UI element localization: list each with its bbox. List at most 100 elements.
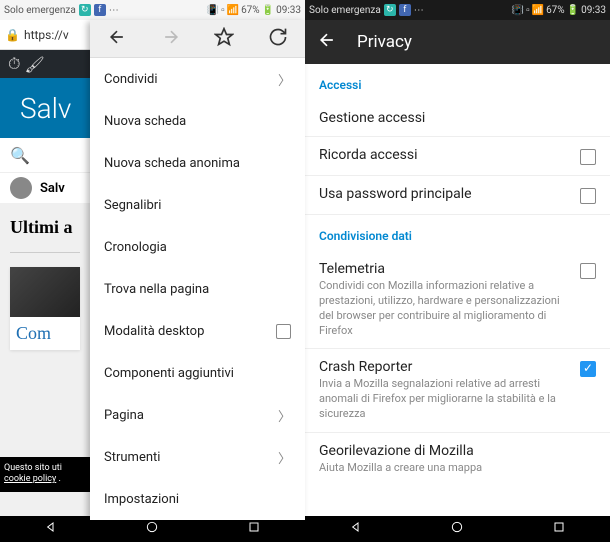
privacy-body: Accessi Gestione accessi Ricorda accessi… <box>305 64 610 516</box>
setting-title: Gestione accessi <box>319 110 596 126</box>
cookie-policy-link[interactable]: cookie policy <box>4 474 56 484</box>
menu-label: Pagina <box>104 408 144 423</box>
brush-icon: 🖌 <box>24 55 44 74</box>
setting-title: Crash Reporter <box>319 359 570 375</box>
setting-telemetry[interactable]: Telemetria Condividi con Mozilla informa… <box>305 251 610 348</box>
checkbox[interactable] <box>580 149 596 165</box>
app-icon-1: ↻ <box>79 4 91 16</box>
section-access: Accessi <box>305 64 610 100</box>
battery-percent: 67% <box>241 5 260 16</box>
setting-master-password[interactable]: Usa password principale <box>305 176 610 214</box>
menu-label: Componenti aggiuntivi <box>104 366 234 381</box>
nav-home-icon[interactable] <box>449 519 465 539</box>
nav-home-icon[interactable] <box>144 519 160 539</box>
setting-subtitle: Condividi con Mozilla informazioni relat… <box>319 279 570 338</box>
menu-label: Impostazioni <box>104 492 179 507</box>
bookmark-star-icon[interactable] <box>214 27 234 51</box>
menu-label: Condividi <box>104 72 158 87</box>
cookie-notice: Questo sito uti cookie policy . <box>0 457 90 492</box>
section-data-sharing: Condivisione dati <box>305 215 610 251</box>
status-time: 09:33 <box>276 5 301 16</box>
setting-subtitle: Aiuta Mozilla a creare una mappa <box>319 461 596 476</box>
signal-icon: ▫ <box>221 5 225 16</box>
facebook-icon: f <box>94 4 106 16</box>
vibrate-icon: 📳 <box>512 5 524 16</box>
wifi-icon: 📶 <box>227 5 239 16</box>
dashboard-icon: ⏱ <box>8 54 20 74</box>
setting-geolocation[interactable]: Georilevazione di Mozilla Aiuta Mozilla … <box>305 433 610 486</box>
menu-label: Segnalibri <box>104 198 161 213</box>
browser-menu: Condividi 〉 Nuova scheda Nuova scheda ano… <box>90 20 305 520</box>
setting-title: Telemetria <box>319 261 570 277</box>
checkbox[interactable] <box>580 263 596 279</box>
menu-new-private-tab[interactable]: Nuova scheda anonima <box>90 142 305 184</box>
nav-back-icon[interactable] <box>348 519 364 539</box>
lock-icon: 🔒 <box>5 28 20 42</box>
menu-settings[interactable]: Impostazioni <box>90 478 305 520</box>
url-text: https://v <box>24 28 69 42</box>
status-network: Solo emergenza <box>309 5 381 16</box>
battery-icon: 🔋 <box>567 5 579 16</box>
battery-icon: 🔋 <box>262 5 274 16</box>
menu-desktop-mode[interactable]: Modalità desktop <box>90 310 305 352</box>
menu-share[interactable]: Condividi 〉 <box>90 58 305 100</box>
back-icon[interactable] <box>107 27 127 51</box>
page-title: Privacy <box>357 32 412 52</box>
checkbox-checked[interactable] <box>580 361 596 377</box>
menu-label: Nuova scheda anonima <box>104 156 240 171</box>
menu-label: Trova nella pagina <box>104 282 209 297</box>
search-icon: 🔍 <box>10 146 30 165</box>
menu-toolbar <box>90 20 305 58</box>
post-thumbnail <box>10 267 80 317</box>
setting-title: Usa password principale <box>319 186 570 202</box>
menu-history[interactable]: Cronologia <box>90 226 305 268</box>
privacy-header: Privacy <box>305 20 610 64</box>
setting-remember-access[interactable]: Ricorda accessi <box>305 137 610 175</box>
status-bar: Solo emergenza ↻ f ⋯ 📳 ▫ 📶 67% 🔋 09:33 <box>0 0 305 20</box>
menu-addons[interactable]: Componenti aggiuntivi <box>90 352 305 394</box>
menu-page[interactable]: Pagina 〉 <box>90 394 305 436</box>
checkbox[interactable] <box>580 188 596 204</box>
chevron-right-icon: 〉 <box>278 448 291 467</box>
menu-list: Condividi 〉 Nuova scheda Nuova scheda ano… <box>90 58 305 520</box>
setting-manage-access[interactable]: Gestione accessi <box>305 100 610 136</box>
avatar <box>10 177 32 199</box>
menu-tools[interactable]: Strumenti 〉 <box>90 436 305 478</box>
menu-new-tab[interactable]: Nuova scheda <box>90 100 305 142</box>
more-icon: ⋯ <box>414 5 424 16</box>
cookie-text: Questo sito uti <box>4 463 62 473</box>
author-name: Salv <box>40 181 65 196</box>
battery-percent: 67% <box>546 5 565 16</box>
nav-recent-icon[interactable] <box>246 519 262 539</box>
back-arrow-icon[interactable] <box>317 30 337 55</box>
setting-crash-reporter[interactable]: Crash Reporter Invia a Mozilla segnalazi… <box>305 349 610 432</box>
status-network: Solo emergenza <box>4 5 76 16</box>
checkbox[interactable] <box>276 324 291 339</box>
setting-subtitle: Invia a Mozilla segnalazioni relative ad… <box>319 377 570 422</box>
menu-find-in-page[interactable]: Trova nella pagina <box>90 268 305 310</box>
menu-label: Nuova scheda <box>104 114 186 129</box>
app-icon-1: ↻ <box>384 4 396 16</box>
menu-label: Modalità desktop <box>104 324 204 339</box>
site-search[interactable]: 🔍 <box>0 138 90 173</box>
wordpress-admin-bar: ⏱ 🖌 <box>0 50 90 78</box>
menu-label: Strumenti <box>104 450 160 465</box>
menu-bookmarks[interactable]: Segnalibri <box>90 184 305 226</box>
section-heading: Ultimi a <box>0 203 90 252</box>
status-bar: Solo emergenza ↻ f ⋯ 📳 ▫ 📶 67% 🔋 09:33 <box>305 0 610 20</box>
post-title: Com <box>10 317 80 350</box>
wifi-icon: 📶 <box>532 5 544 16</box>
reload-icon[interactable] <box>268 27 288 51</box>
facebook-icon: f <box>399 4 411 16</box>
nav-back-icon[interactable] <box>43 519 59 539</box>
divider <box>10 252 80 253</box>
nav-recent-icon[interactable] <box>551 519 567 539</box>
status-time: 09:33 <box>581 5 606 16</box>
setting-title: Ricorda accessi <box>319 147 570 163</box>
menu-label: Cronologia <box>104 240 167 255</box>
chevron-right-icon: 〉 <box>278 70 291 89</box>
chevron-right-icon: 〉 <box>278 406 291 425</box>
post-card[interactable]: Com <box>10 267 80 350</box>
android-nav-bar <box>305 516 610 542</box>
vibrate-icon: 📳 <box>207 5 219 16</box>
